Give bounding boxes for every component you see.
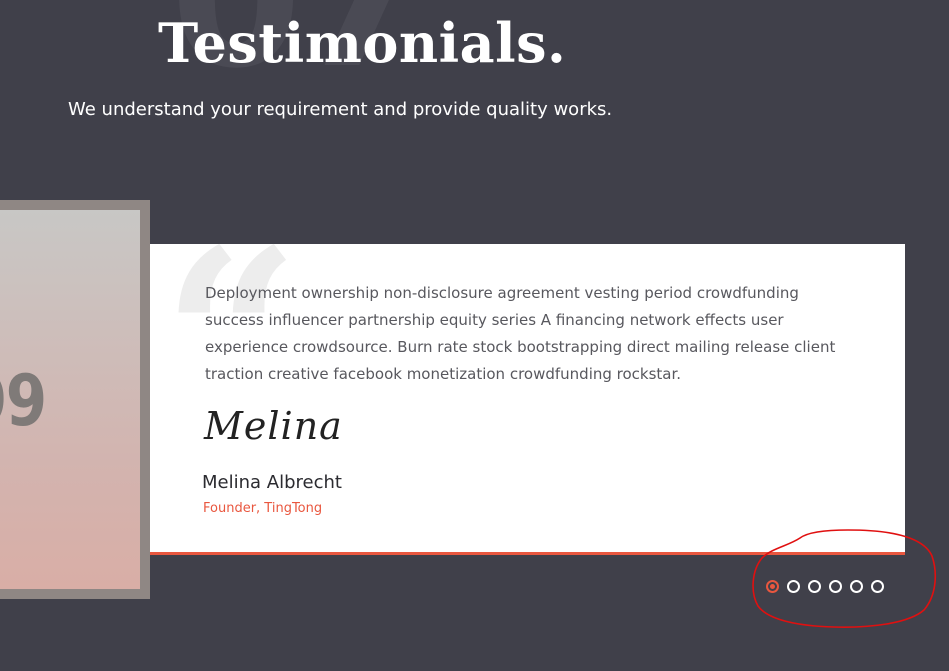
pagination-dot-4[interactable] xyxy=(829,580,842,593)
side-image-number: 99 xyxy=(0,360,47,442)
section-subtitle: We understand your requirement and provi… xyxy=(68,99,613,120)
author-name: Melina Albrecht xyxy=(202,472,342,493)
pagination-dot-6[interactable] xyxy=(871,580,884,593)
pagination-dot-1[interactable] xyxy=(766,580,779,593)
side-image: 99 xyxy=(0,210,140,589)
testimonial-pagination xyxy=(766,580,884,593)
signature-image: Melina xyxy=(204,404,343,448)
pagination-dot-5[interactable] xyxy=(850,580,863,593)
testimonial-card: “ Deployment ownership non-disclosure ag… xyxy=(150,218,905,555)
pagination-dot-2[interactable] xyxy=(787,580,800,593)
author-role: Founder, TingTong xyxy=(203,501,323,516)
pagination-dot-3[interactable] xyxy=(808,580,821,593)
section-title: Testimonials. xyxy=(158,11,567,75)
testimonial-text: Deployment ownership non-disclosure agre… xyxy=(205,284,836,383)
